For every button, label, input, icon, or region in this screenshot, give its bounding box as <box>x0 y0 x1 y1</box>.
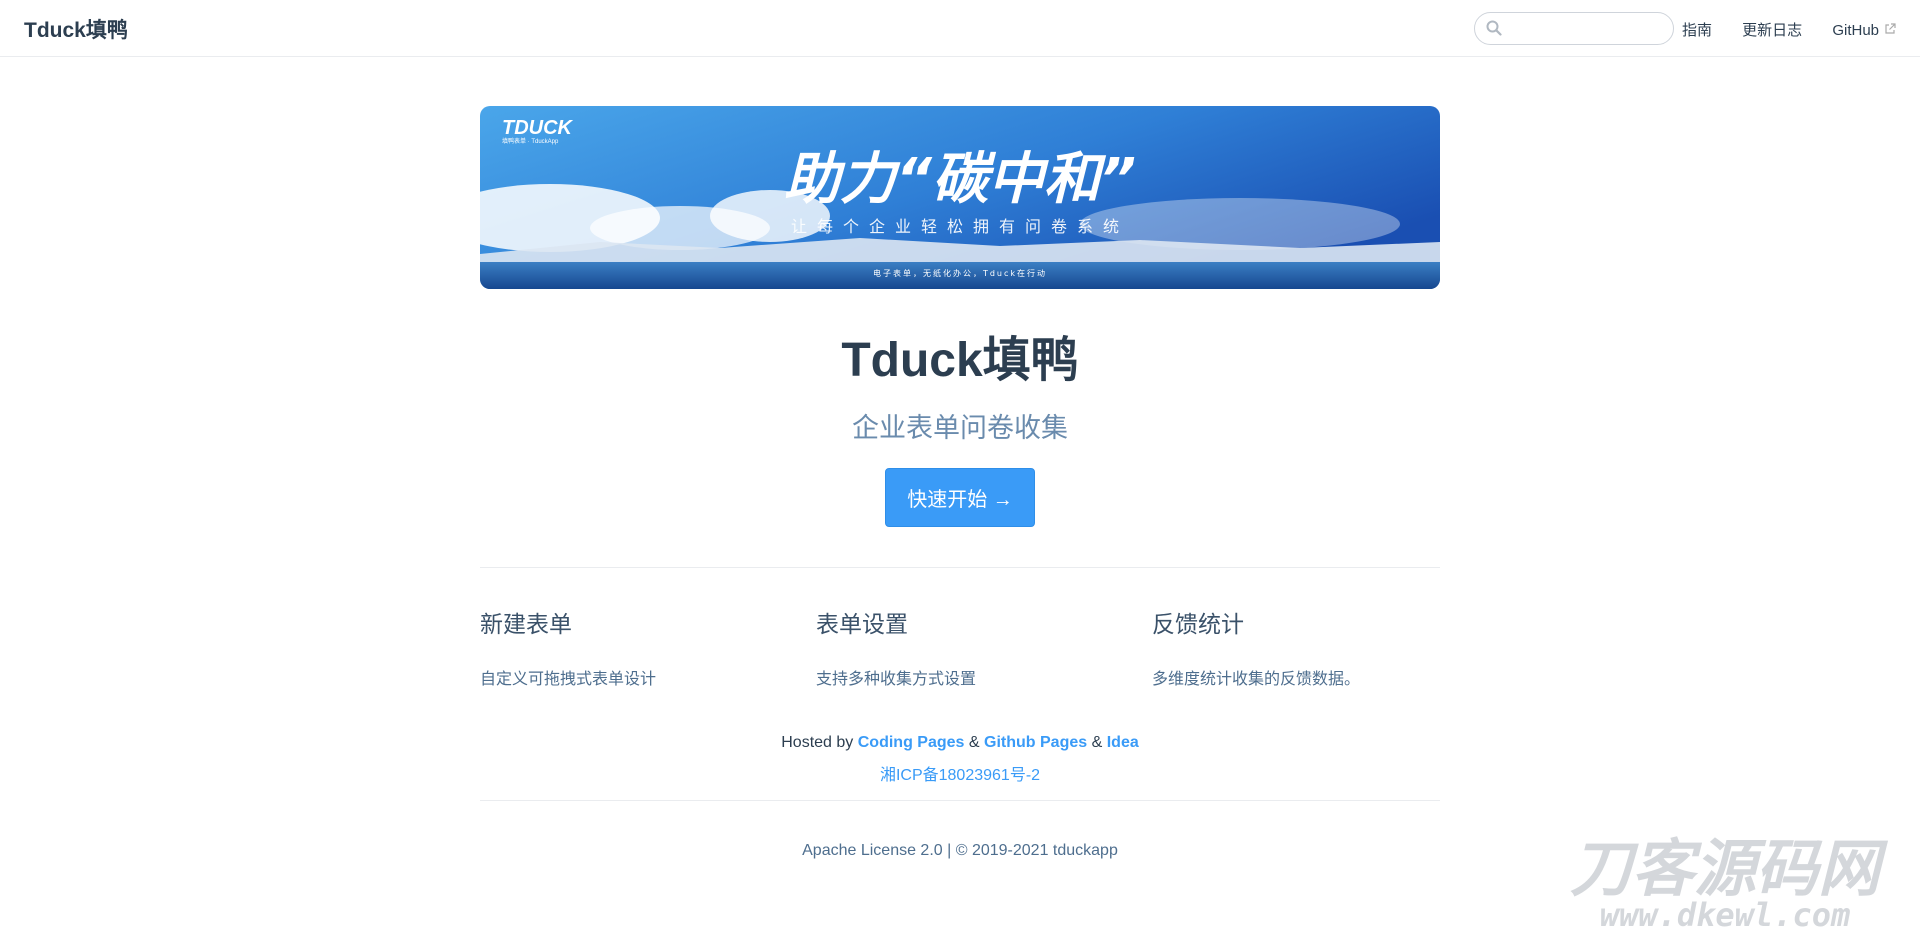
nav-link-github-label: GitHub <box>1832 22 1879 39</box>
feature-feedback-stats: 反馈统计 多维度统计收集的反馈数据。 <box>1152 605 1442 689</box>
banner-headline: 助力“碳中和” <box>784 147 1136 212</box>
feature-details: 支持多种收集方式设置 <box>816 671 977 688</box>
get-started-button[interactable]: 快速开始 → <box>885 468 1035 527</box>
navbar: Tduck填鸭 指南 更新日志 GitHub <box>0 0 1920 57</box>
divider <box>480 567 1440 568</box>
watermark-logo: 刀客源码网 www.dkewl.com <box>1540 832 1910 934</box>
hero-banner-image: TDUCK 填鸭表单 · TduckApp 助力“碳中和” 让每个企业轻松拥有问… <box>480 106 1440 289</box>
banner-tagline: 让每个企业轻松拥有问卷系统 <box>791 217 1129 236</box>
feature-form-settings: 表单设置 支持多种收集方式设置 <box>816 605 1106 689</box>
github-pages-link[interactable]: Github Pages <box>984 734 1087 751</box>
footer-divider <box>480 800 1440 801</box>
search-icon <box>1486 20 1502 41</box>
hosted-sep: & <box>968 734 980 751</box>
banner-logo-sub: 填鸭表单 · TduckApp <box>502 137 559 145</box>
feature-details: 自定义可拖拽式表单设计 <box>480 671 657 688</box>
nav-link-guide[interactable]: 指南 <box>1682 19 1712 40</box>
nav-link-changelog[interactable]: 更新日志 <box>1742 19 1802 40</box>
hosted-prefix: Hosted by <box>781 734 854 751</box>
banner-logo: TDUCK <box>502 117 574 139</box>
banner-footnote: 电子表单，无纸化办公，Tduck在行动 <box>873 268 1047 278</box>
idea-link[interactable]: Idea <box>1107 734 1139 751</box>
search-box[interactable] <box>1474 12 1674 45</box>
feature-title: 表单设置 <box>816 611 908 637</box>
coding-pages-link[interactable]: Coding Pages <box>858 734 965 751</box>
icp-link[interactable]: 湘ICP备18023961号-2 <box>880 767 1040 784</box>
nav-link-github[interactable]: GitHub <box>1832 22 1896 39</box>
icp-record: 湘ICP备18023961号-2 <box>0 761 1920 785</box>
feature-title: 新建表单 <box>480 611 572 637</box>
feature-title: 反馈统计 <box>1152 611 1244 637</box>
hosted-sep: & <box>1091 734 1103 751</box>
hosted-by: Hosted by Coding Pages & Github Pages & … <box>0 734 1920 752</box>
feature-details: 多维度统计收集的反馈数据。 <box>1152 671 1361 688</box>
watermark-url: www.dkewl.com <box>1600 896 1850 932</box>
feature-new-form: 新建表单 自定义可拖拽式表单设计 <box>480 605 770 689</box>
hero-description: 企业表单问卷收集 <box>852 413 1068 443</box>
search-input[interactable] <box>1509 18 1663 40</box>
external-link-icon <box>1884 22 1896 39</box>
watermark-text: 刀客源码网 <box>1570 832 1889 905</box>
site-name[interactable]: Tduck填鸭 <box>24 14 128 44</box>
nav-links: 指南 更新日志 GitHub <box>1656 19 1896 40</box>
hero-title: Tduck填鸭 <box>841 334 1079 387</box>
